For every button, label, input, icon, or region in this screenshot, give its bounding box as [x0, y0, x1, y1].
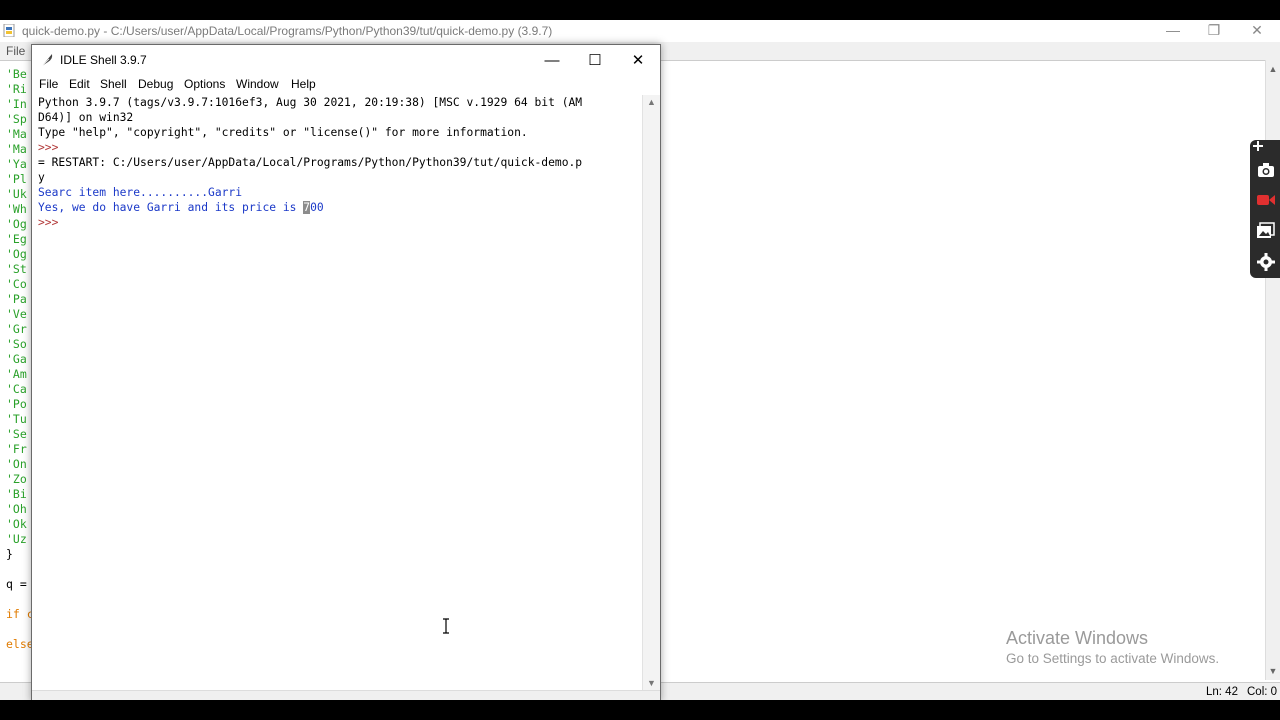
editor-code-line: 'Eg — [6, 232, 27, 246]
menu-shell[interactable]: Shell — [100, 77, 127, 91]
watermark-title: Activate Windows — [1006, 628, 1149, 648]
editor-restore-button[interactable]: ❐ — [1199, 22, 1229, 39]
editor-code-line: 'Og — [6, 217, 27, 231]
menu-window[interactable]: Window — [236, 77, 279, 91]
prompt-2: >>> — [38, 216, 59, 229]
text-cursor-icon — [443, 618, 449, 634]
editor-code-line: 'Am — [6, 367, 27, 381]
editor-code-line: 'Ri — [6, 82, 27, 96]
editor-code-line: 'Zo — [6, 472, 27, 486]
editor-code-line: 'In — [6, 97, 27, 111]
shell-scrollbar[interactable]: ▲ ▼ — [642, 95, 660, 690]
menu-options[interactable]: Options — [184, 77, 225, 91]
editor-titlebar: quick-demo.py - C:/Users/user/AppData/Lo… — [0, 20, 1280, 42]
letterbox-bottom — [0, 700, 1280, 720]
editor-code-line: 'Ma — [6, 127, 27, 141]
editor-code-line: 'Bi — [6, 487, 27, 501]
shell-menubar: File Edit Shell Debug Options Window Hel… — [32, 75, 660, 95]
shell-close-button[interactable]: ✕ — [616, 48, 660, 74]
shell-titlebar: IDLE Shell 3.9.7 — ☐ ✕ — [32, 45, 660, 75]
shell-title: IDLE Shell 3.9.7 — [60, 53, 147, 67]
editor-code-line: 'Be — [6, 67, 27, 81]
editor-minimize-button[interactable]: — — [1158, 22, 1188, 38]
plus-icon[interactable] — [1252, 140, 1264, 152]
python-file-icon — [3, 24, 15, 37]
editor-code-line: 'Og — [6, 247, 27, 261]
result-text-end: 00 — [310, 201, 324, 214]
editor-code-line: 'Ya — [6, 157, 27, 171]
restart-line-1: = RESTART: C:/Users/user/AppData/Local/P… — [38, 156, 583, 169]
menu-file[interactable]: File — [39, 77, 58, 91]
letterbox-top — [0, 0, 1280, 20]
restart-line-2: y — [38, 171, 45, 184]
editor-code-line: } — [6, 547, 13, 561]
editor-code-line: 'So — [6, 337, 27, 351]
shell-minimize-button[interactable]: — — [530, 48, 574, 74]
idle-shell-window: IDLE Shell 3.9.7 — ☐ ✕ File Edit Shell D… — [31, 44, 661, 702]
editor-close-button[interactable]: ✕ — [1242, 22, 1272, 39]
idle-feather-icon — [41, 54, 53, 67]
editor-code-line: 'Oh — [6, 502, 27, 516]
editor-code-line: else — [6, 637, 34, 651]
status-column: Col: 0 — [1247, 686, 1278, 698]
activate-windows-watermark: Activate Windows Go to Settings to activ… — [1006, 628, 1219, 666]
result-text: Yes, we do have Garri and its price is — [38, 201, 304, 214]
scroll-up-icon[interactable]: ▲ — [643, 95, 660, 109]
editor-code-line: 'Tu — [6, 412, 27, 426]
editor-code-line: 'Sp — [6, 112, 27, 126]
scroll-down-icon[interactable]: ▼ — [643, 676, 660, 690]
editor-code-line: 'Uk — [6, 187, 27, 201]
banner-line-3: Type "help", "copyright", "credits" or "… — [38, 126, 528, 139]
editor-code-line: 'Ma — [6, 142, 27, 156]
menu-help[interactable]: Help — [291, 77, 316, 91]
gallery-icon[interactable] — [1256, 221, 1276, 241]
editor-code-line: 'Ga — [6, 352, 27, 366]
editor-code-line: 'Wh — [6, 202, 27, 216]
editor-code-line: 'Pl — [6, 172, 27, 186]
editor-code-line: 'Pa — [6, 292, 27, 306]
input-prompt-line: Searc item here..........Garri — [38, 186, 243, 199]
menu-edit[interactable]: Edit — [69, 77, 90, 91]
prompt-1: >>> — [38, 141, 59, 154]
watermark-subtitle: Go to Settings to activate Windows. — [1006, 651, 1220, 666]
editor-code-line: q = — [6, 577, 27, 591]
editor-code-line: 'Gr — [6, 322, 27, 336]
editor-menu-file[interactable]: File — [6, 44, 25, 58]
editor-code-line: 'Se — [6, 427, 27, 441]
camera-icon[interactable] — [1256, 160, 1276, 180]
banner-line-1: Python 3.9.7 (tags/v3.9.7:1016ef3, Aug 3… — [38, 96, 583, 109]
editor-code-line: 'Fr — [6, 442, 27, 456]
editor-code-line: 'Co — [6, 277, 27, 291]
menu-debug[interactable]: Debug — [138, 77, 173, 91]
video-icon[interactable] — [1256, 190, 1276, 210]
editor-code-line: 'Uz — [6, 532, 27, 546]
shell-maximize-button[interactable]: ☐ — [573, 48, 617, 74]
scroll-down-icon[interactable]: ▼ — [1266, 664, 1280, 678]
settings-icon[interactable] — [1256, 252, 1276, 272]
editor-code-line: 'St — [6, 262, 27, 276]
banner-line-2: D64)] on win32 — [38, 111, 134, 124]
scroll-up-icon[interactable]: ▲ — [1266, 62, 1280, 76]
editor-code-line: if c — [6, 607, 34, 621]
editor-code-line: 'Po — [6, 397, 27, 411]
editor-code-line: 'Ca — [6, 382, 27, 396]
editor-code-line: 'On — [6, 457, 27, 471]
status-line: Ln: 42 — [1206, 686, 1238, 698]
result-line: Yes, we do have Garri and its price is 7… — [38, 200, 324, 215]
shell-text-area[interactable]: Python 3.9.7 (tags/v3.9.7:1016ef3, Aug 3… — [32, 95, 642, 690]
editor-code-line: 'Ok — [6, 517, 27, 531]
editor-code-line: 'Ve — [6, 307, 27, 321]
editor-title: quick-demo.py - C:/Users/user/AppData/Lo… — [22, 24, 553, 38]
recorder-toolbar — [1250, 140, 1280, 278]
